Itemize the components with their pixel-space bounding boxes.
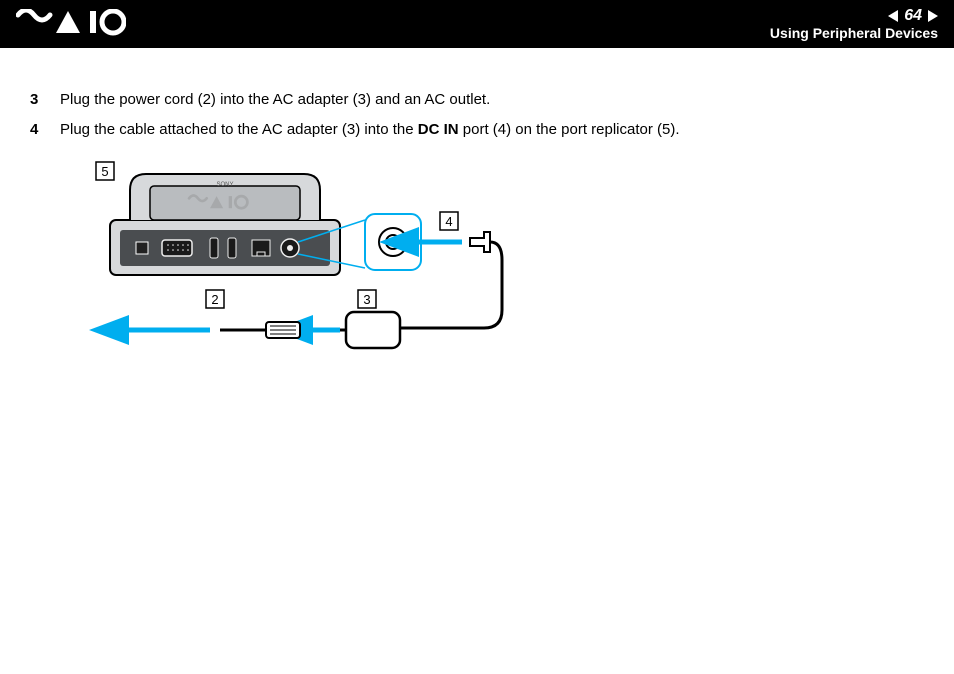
- step-3: 3 Plug the power cord (2) into the AC ad…: [30, 88, 924, 112]
- device-brand: SONY: [216, 182, 233, 188]
- vga-port-icon: [162, 240, 192, 256]
- prev-page-icon[interactable]: [888, 10, 898, 22]
- step-number: 3: [30, 88, 46, 112]
- step-text-segment: port (4) on the port replicator (5).: [459, 121, 680, 138]
- page-nav: 64: [770, 7, 938, 25]
- port-replicator: SONY: [110, 174, 340, 275]
- diagram-svg: SONY: [70, 160, 530, 380]
- step-text: Plug the power cord (2) into the AC adap…: [60, 88, 490, 112]
- next-page-icon[interactable]: [928, 10, 938, 22]
- page-content: 3 Plug the power cord (2) into the AC ad…: [0, 48, 954, 405]
- port-icon: [136, 242, 148, 254]
- dc-arrow: [410, 232, 502, 328]
- step-4: 4 Plug the cable attached to the AC adap…: [30, 118, 924, 142]
- step-text-segment: Plug the power cord (2) into the AC adap…: [60, 91, 490, 108]
- callout-label: 2: [211, 292, 218, 307]
- step-text-segment: Plug the cable attached to the AC adapte…: [60, 121, 418, 138]
- callout-3: 3: [358, 290, 376, 308]
- usb-port-icon: [228, 238, 236, 258]
- callout-5: 5: [96, 162, 114, 180]
- callout-4: 4: [440, 212, 458, 230]
- step-text: Plug the cable attached to the AC adapte…: [60, 118, 680, 142]
- vaio-logo-icon: [16, 9, 126, 39]
- header-bar: 64 Using Peripheral Devices: [0, 0, 954, 48]
- power-cord: [220, 322, 300, 338]
- callout-2: 2: [206, 290, 224, 308]
- usb-port-icon: [210, 238, 218, 258]
- section-title: Using Peripheral Devices: [770, 25, 938, 41]
- callout-label: 3: [363, 292, 370, 307]
- vaio-logo: [16, 9, 126, 39]
- callout-label: 4: [445, 214, 452, 229]
- step-text-bold: DC IN: [418, 121, 459, 138]
- page-number: 64: [904, 7, 922, 25]
- step-number: 4: [30, 118, 46, 142]
- illustration: SONY: [70, 160, 924, 385]
- callout-label: 5: [101, 164, 108, 179]
